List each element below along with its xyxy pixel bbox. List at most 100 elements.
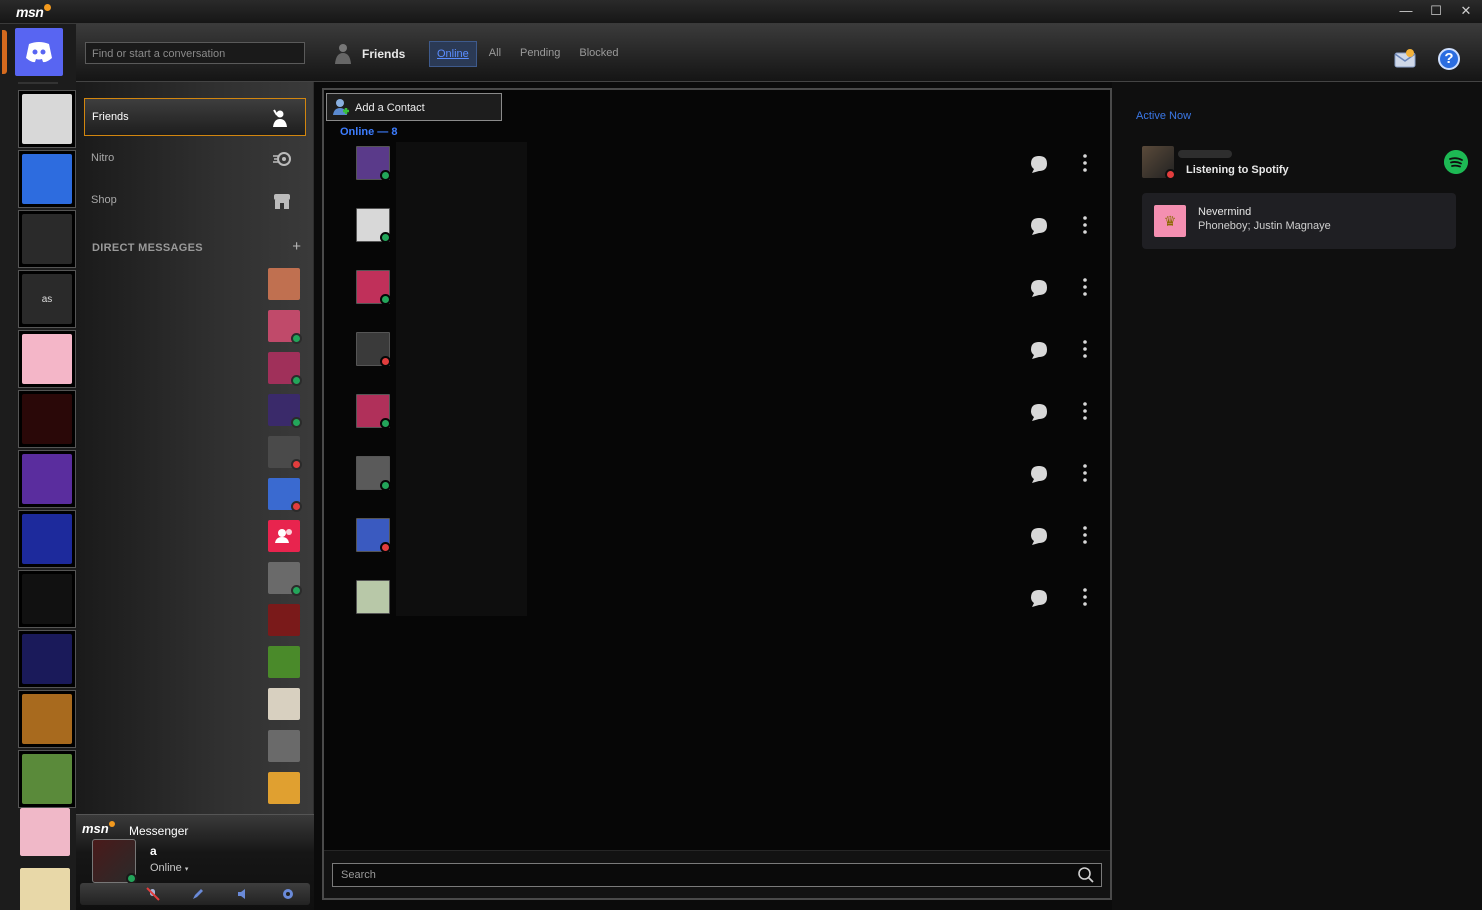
dnd-status-icon xyxy=(291,501,302,512)
active-now-title: Active Now xyxy=(1136,110,1192,122)
activity-header[interactable]: Listening to Spotify xyxy=(1142,146,1468,186)
dm-avatar[interactable] xyxy=(268,688,300,720)
server-qr-server[interactable] xyxy=(18,570,76,628)
create-dm-button[interactable]: + xyxy=(292,238,301,255)
top-toolbar: Find or start a conversation Friends Onl… xyxy=(76,24,1482,82)
sidebar-item-nitro[interactable]: Nitro xyxy=(84,140,306,178)
server-party-server[interactable] xyxy=(18,390,76,448)
message-bubble-icon[interactable] xyxy=(1029,340,1049,360)
server-alleylat-server[interactable] xyxy=(18,210,76,268)
message-bubble-icon[interactable] xyxy=(1029,526,1049,546)
friend-row[interactable] xyxy=(354,392,1104,454)
sidebar-item-label: Shop xyxy=(91,194,117,206)
more-options-icon[interactable] xyxy=(1081,339,1089,359)
status-text: Online xyxy=(150,862,182,874)
friend-row[interactable] xyxy=(354,454,1104,516)
home-button[interactable] xyxy=(15,28,63,76)
online-status-icon xyxy=(291,585,302,596)
server-kuromi-server[interactable] xyxy=(18,330,76,388)
tab-online[interactable]: Online xyxy=(429,41,477,67)
dm-avatar[interactable] xyxy=(268,352,302,386)
dm-avatar[interactable] xyxy=(268,730,300,762)
status-selector[interactable]: Online ▾ xyxy=(150,862,188,874)
friend-row[interactable] xyxy=(354,206,1104,268)
more-options-icon[interactable] xyxy=(1081,525,1089,545)
msn-logo: msn xyxy=(16,4,52,20)
message-bubble-icon[interactable] xyxy=(1029,588,1049,608)
tab-all[interactable]: All xyxy=(482,41,508,67)
dm-avatar[interactable] xyxy=(268,772,300,804)
sidebar-item-label: Nitro xyxy=(91,152,115,164)
friend-row[interactable] xyxy=(354,578,1104,640)
more-options-icon[interactable] xyxy=(1081,153,1089,173)
avatar[interactable] xyxy=(92,839,137,884)
mute-icon[interactable] xyxy=(145,887,160,901)
add-contact-icon xyxy=(333,99,349,115)
title-bar: msn — ☐ ✕ xyxy=(0,0,1482,24)
more-options-icon[interactable] xyxy=(1081,587,1089,607)
app-logo-text: msn xyxy=(16,4,44,20)
dm-avatar[interactable] xyxy=(268,646,300,678)
find-conversation-input[interactable]: Find or start a conversation xyxy=(85,42,305,64)
server-icon xyxy=(22,94,72,144)
dm-sidebar: Friends Nitro Shop DIRECT MESSAGES + xyxy=(76,82,314,814)
server-reindev-server[interactable] xyxy=(18,690,76,748)
message-bubble-icon[interactable] xyxy=(1029,464,1049,484)
more-options-icon[interactable] xyxy=(1081,277,1089,297)
dm-group-avatar[interactable] xyxy=(268,520,300,552)
server-folder-server-2[interactable] xyxy=(20,868,70,910)
message-bubble-icon[interactable] xyxy=(1029,278,1049,298)
add-contact-button[interactable]: Add a Contact xyxy=(326,93,502,121)
help-icon[interactable]: ? xyxy=(1438,48,1460,70)
server-globe-server[interactable] xyxy=(18,90,76,148)
friend-row[interactable] xyxy=(354,144,1104,206)
more-options-icon[interactable] xyxy=(1081,463,1089,483)
sidebar-item-shop[interactable]: Shop xyxy=(84,182,306,220)
more-options-icon[interactable] xyxy=(1081,215,1089,235)
search-icon[interactable] xyxy=(1077,866,1095,884)
inbox-icon[interactable] xyxy=(1394,48,1416,68)
server-b-server[interactable] xyxy=(18,150,76,208)
friend-row[interactable] xyxy=(354,268,1104,330)
pen-icon[interactable] xyxy=(191,887,205,901)
dm-avatar[interactable] xyxy=(268,268,300,300)
message-bubble-icon[interactable] xyxy=(1029,216,1049,236)
dm-avatar[interactable] xyxy=(268,436,302,470)
server-icon: as xyxy=(22,274,72,324)
dm-avatar[interactable] xyxy=(268,310,302,344)
chevron-down-icon: ▾ xyxy=(184,866,189,873)
server-windows-server[interactable] xyxy=(18,450,76,508)
server-icon xyxy=(22,514,72,564)
dnd-status-icon xyxy=(291,459,302,470)
search-input[interactable]: Search xyxy=(332,863,1102,887)
maximize-button[interactable]: ☐ xyxy=(1428,2,1444,20)
friend-row[interactable] xyxy=(354,330,1104,392)
speaker-icon[interactable] xyxy=(236,887,250,901)
msn-butterfly-icon xyxy=(108,821,115,827)
close-button[interactable]: ✕ xyxy=(1458,2,1474,20)
window-controls: — ☐ ✕ xyxy=(1398,2,1474,20)
minimize-button[interactable]: — xyxy=(1398,2,1414,20)
dm-avatar[interactable] xyxy=(268,604,300,636)
sidebar-item-friends[interactable]: Friends xyxy=(84,98,306,136)
dm-avatar[interactable] xyxy=(268,394,302,428)
message-bubble-icon[interactable] xyxy=(1029,154,1049,174)
user-panel: msn Messenger a Online ▾ xyxy=(76,814,314,910)
dm-avatar[interactable] xyxy=(268,562,302,596)
server-blue-art-server[interactable] xyxy=(18,510,76,568)
msn-logo: msn xyxy=(82,821,115,836)
tab-blocked[interactable]: Blocked xyxy=(572,41,625,67)
friend-row[interactable] xyxy=(354,516,1104,578)
dm-avatar[interactable] xyxy=(268,478,302,512)
settings-gear-icon[interactable] xyxy=(281,887,295,901)
now-playing-card[interactable]: ♛ Nevermind Phoneboy; Justin Magnaye xyxy=(1142,193,1456,249)
message-bubble-icon[interactable] xyxy=(1029,402,1049,422)
server-win95-server[interactable] xyxy=(18,630,76,688)
tab-pending[interactable]: Pending xyxy=(513,41,567,67)
server-photo-server[interactable] xyxy=(18,750,76,808)
server-icon xyxy=(22,634,72,684)
online-status-icon xyxy=(380,232,391,243)
more-options-icon[interactable] xyxy=(1081,401,1089,421)
server-pink-folder-server[interactable] xyxy=(20,808,70,856)
server-as-server[interactable]: as xyxy=(18,270,76,328)
